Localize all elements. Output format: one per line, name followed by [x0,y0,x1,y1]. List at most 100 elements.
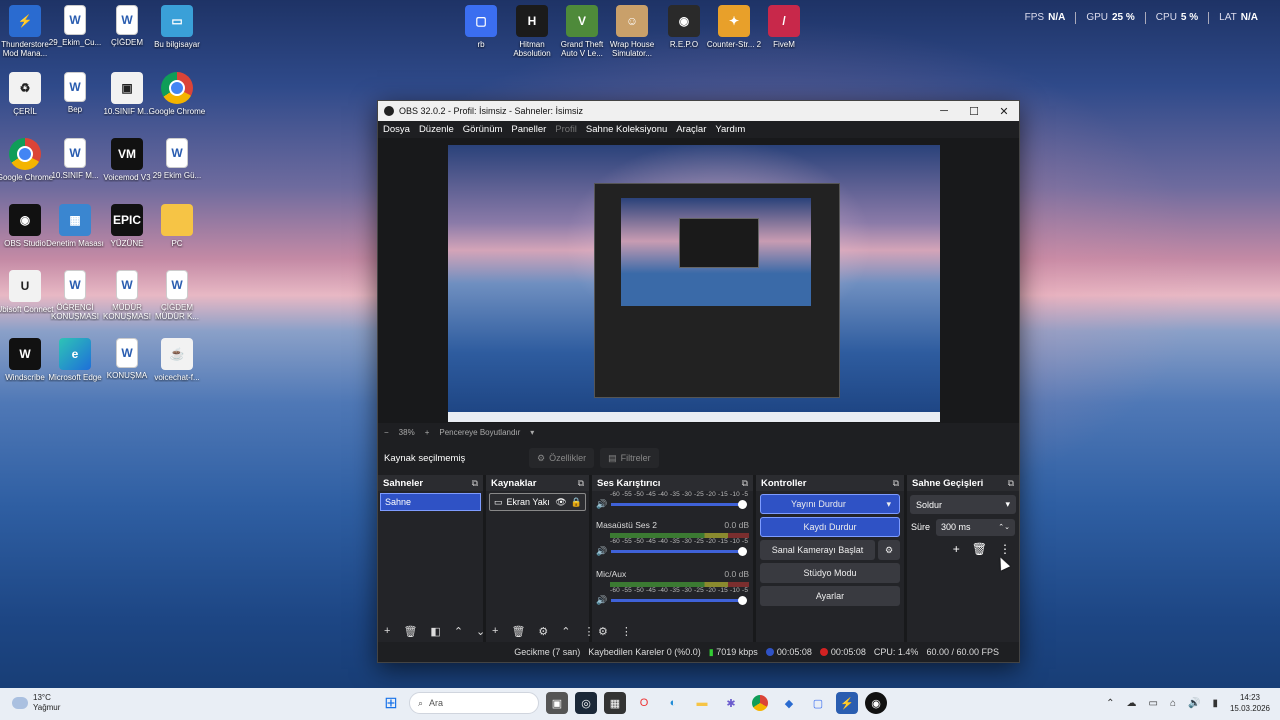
duration-input[interactable]: 300 ms ⌃⌄ [936,518,1015,536]
filter-icon[interactable]: ◧ [430,625,440,638]
store-icon[interactable]: ◆ [778,692,800,714]
desktop-icon[interactable]: W 29_Ekim_Cu... [45,5,105,47]
volume-icon[interactable]: 🔊 [1188,698,1200,709]
chrome-icon[interactable] [749,692,771,714]
chevron-down-icon[interactable]: ▾ [530,428,534,437]
obs-icon[interactable]: ◉ [865,692,887,714]
desktop-icon[interactable]: W Bep [45,72,105,114]
file-manager-icon[interactable]: ▣ [546,692,568,714]
desktop-icon[interactable]: Google Chrome [147,72,207,116]
obs-titlebar[interactable]: OBS 32.0.2 - Profil: İsimsiz - Sahneler:… [378,101,1019,121]
add-icon[interactable]: + [953,542,960,556]
speaker-icon[interactable]: 🔊 [596,499,607,510]
virtual-camera-button[interactable]: Sanal Kamerayı Başlat [760,540,875,560]
stop-record-button[interactable]: Kaydı Durdur [760,517,900,537]
network-icon[interactable]: ⌂ [1170,698,1176,709]
dock-float-icon[interactable]: ⧉ [893,478,899,489]
repo-icon: ◉ [668,5,700,37]
dock-float-icon[interactable]: ⧉ [578,478,584,489]
windows-start-icon[interactable]: ⊞ [380,692,402,714]
clock[interactable]: 14:23 15.03.2026 [1230,692,1270,714]
minimize-button[interactable]: ─ [929,105,959,117]
dock-float-icon[interactable]: ⧉ [742,478,748,489]
volume-slider[interactable] [611,499,747,509]
zoom-in-button[interactable]: + [425,428,430,437]
properties-button[interactable]: ⚙ Özellikler [529,448,595,468]
chevron-up-icon[interactable]: ⌃ [561,625,570,638]
steam-icon[interactable]: ◎ [575,692,597,714]
bitrate: ▮ 7019 kbps [708,646,758,657]
desktop-icon[interactable]: W ÖĞRENCİ KONUŞMASI [45,270,105,321]
more-icon[interactable]: ⋮ [621,625,632,638]
menu-profil[interactable]: Profil [555,124,577,135]
search-box[interactable]: ⌕ Ara [409,692,539,714]
add-icon[interactable]: + [492,625,498,637]
chevron-up-icon[interactable]: ⌃ [454,625,463,638]
menu-yardim[interactable]: Yardım [715,124,745,135]
mixer-channel: -60 -55 -50 -45 -40 -35 -30 -25 -20 -15 … [596,491,749,510]
desktop-icon[interactable]: / FiveM [755,5,813,49]
desktop-icon[interactable]: W ÇİĞDEM MÜDÜR K... [147,270,207,321]
desktop-icon[interactable]: e Microsoft Edge [45,338,105,382]
settings-button[interactable]: Ayarlar [760,586,900,606]
edge-icon[interactable]: ◐ [662,692,684,714]
chevron-up-icon[interactable]: ⌃ [1106,698,1114,709]
menu-araclar[interactable]: Araçlar [676,124,706,135]
more-icon[interactable]: ⋮ [999,542,1011,556]
folder-icon[interactable]: ▬ [691,692,713,714]
battery-icon[interactable]: ▮ [1212,698,1218,709]
volume-slider[interactable] [611,546,747,556]
scene-item[interactable]: Sahne [380,493,481,511]
desktop-icon[interactable]: ☺ Wrap House Simulator... [603,5,661,58]
zoom-out-button[interactable]: − [384,428,389,437]
weather-widget[interactable]: 13°C Yağmur [12,693,60,713]
volume-slider[interactable] [611,595,747,605]
preview-canvas[interactable] [448,145,940,422]
menu-dosya[interactable]: Dosya [383,124,410,135]
cloud-icon[interactable]: ☁ [1126,698,1136,709]
chevron-down-icon[interactable]: ⌄ [476,625,485,638]
window-title: OBS 32.0.2 - Profil: İsimsiz - Sahneler:… [399,106,584,116]
desktop-icon[interactable]: W 29 Ekim Gü... [147,138,207,180]
opera-icon[interactable]: O [633,692,655,714]
trash-icon[interactable]: 🗑 [403,625,417,638]
desktop-icon-label: voicechat-f... [154,373,200,382]
source-item[interactable]: ▭ Ekran Yakı 👁 🔒 [489,493,586,511]
menu-sahne-koleksiyonu[interactable]: Sahne Koleksiyonu [586,124,667,135]
mixer-title: Ses Karıştırıcı [597,477,661,489]
speaker-icon[interactable]: 🔊 [596,595,607,606]
dock-float-icon[interactable]: ⧉ [472,478,478,489]
eye-icon[interactable]: 👁 [555,497,566,508]
desktop-icon-label: PC [171,239,183,248]
trash-icon[interactable]: 🗑 [511,625,525,638]
close-button[interactable]: ✕ [989,105,1019,118]
desktop-icon[interactable]: ▭ Bu bilgisayar [147,5,207,49]
display-icon[interactable]: ▭ [1148,698,1157,709]
dock-float-icon[interactable]: ⧉ [1008,478,1014,489]
stop-stream-button[interactable]: Yayını Durdur ▾ [760,494,900,514]
roblox-icon[interactable]: ▢ [807,692,829,714]
maximize-button[interactable]: ☐ [959,105,989,118]
desktop-icon[interactable]: ▢ rb [452,5,510,49]
lock-icon[interactable]: 🔒 [571,497,582,508]
gear-icon[interactable]: ⚙ [538,625,548,638]
filters-button[interactable]: ▤ Filtreler [600,448,659,468]
desktop-icon[interactable]: W 10.SINIF M... [45,138,105,180]
desktop-icon[interactable]: ☕ voicechat-f... [147,338,207,382]
menu-duzenle[interactable]: Düzenle [419,124,454,135]
add-icon[interactable]: + [384,625,390,637]
desktop-icon[interactable]: ▦ Denetim Masası [45,204,105,248]
studio-mode-button[interactable]: Stüdyo Modu [760,563,900,583]
app-icon[interactable]: ✱ [720,692,742,714]
menu-paneller[interactable]: Paneller [511,124,546,135]
transition-select[interactable]: Soldur ▾ [910,495,1016,514]
speaker-icon[interactable]: 🔊 [596,546,607,557]
fit-to-window[interactable]: Pencereye Boyutlandır [439,428,520,437]
gear-icon[interactable]: ⚙ [878,540,900,560]
app-icon[interactable]: ⚡ [836,692,858,714]
app-icon[interactable]: ▦ [604,692,626,714]
advanced-audio-icon[interactable]: ⚙ [598,625,608,638]
trash-icon[interactable]: 🗑 [972,542,987,556]
desktop-icon[interactable]: PC [147,204,207,248]
menu-gorunum[interactable]: Görünüm [463,124,503,135]
